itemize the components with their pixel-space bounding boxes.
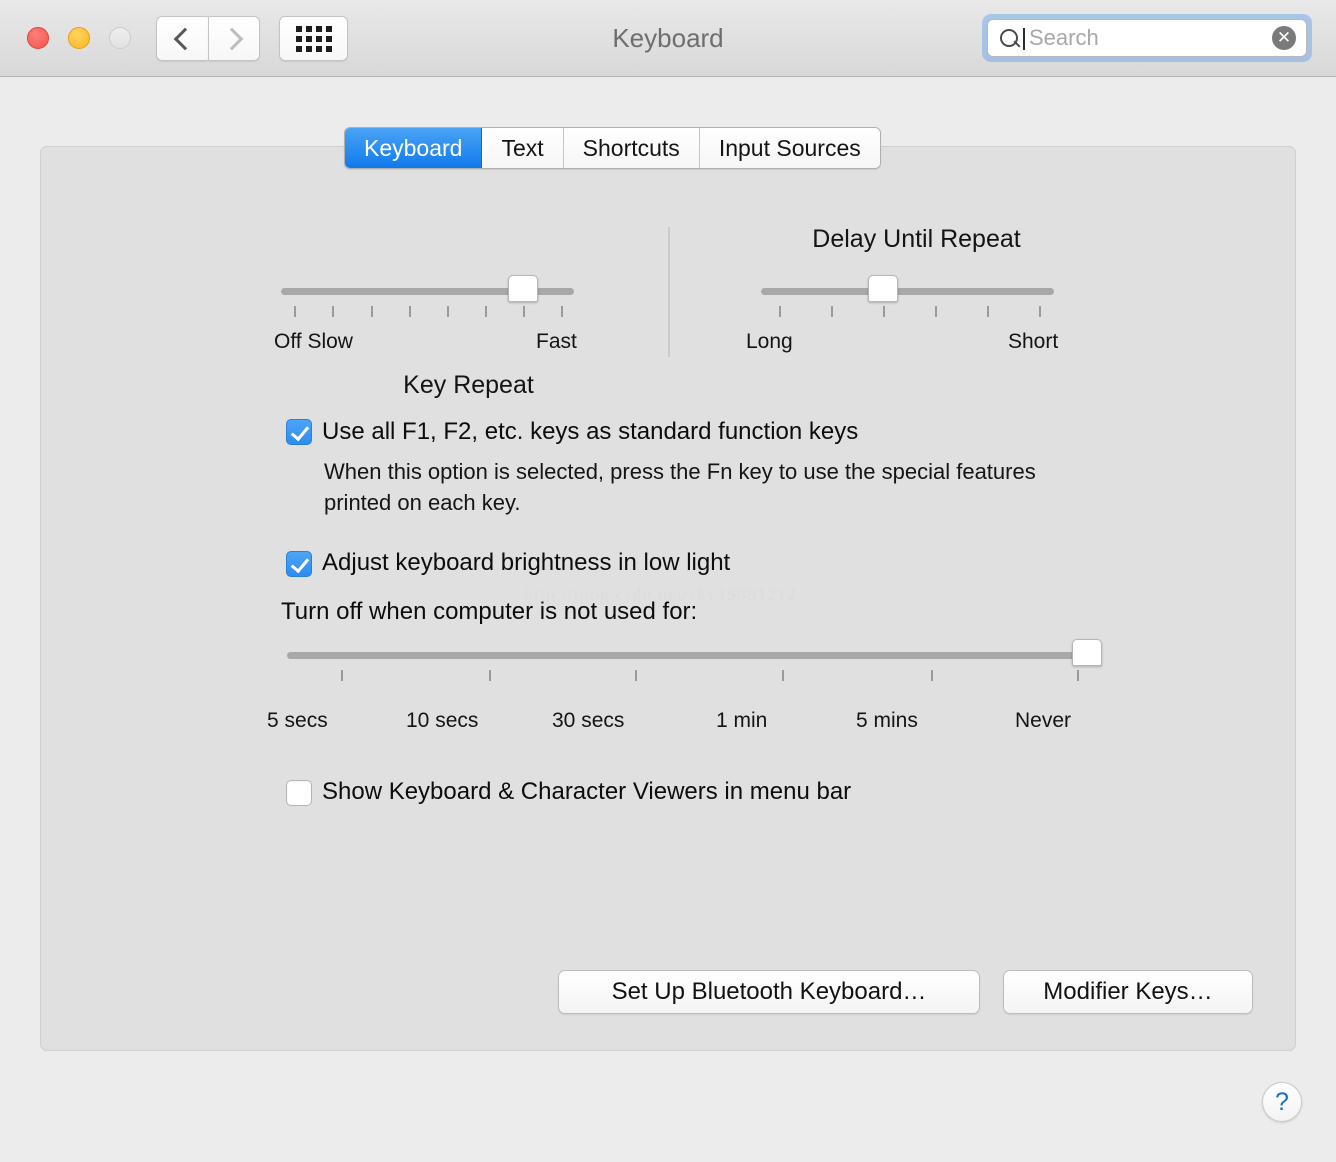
search-icon bbox=[1000, 29, 1018, 47]
tab-text[interactable]: Text bbox=[482, 128, 564, 168]
function-keys-checkbox[interactable] bbox=[286, 419, 312, 445]
timeout-option-5[interactable]: Never bbox=[1015, 709, 1071, 733]
function-keys-description: When this option is selected, press the … bbox=[324, 459, 1036, 515]
window-titlebar: Keyboard Search ✕ bbox=[0, 0, 1336, 77]
search-placeholder: Search bbox=[1029, 25, 1099, 50]
tab-shortcuts[interactable]: Shortcuts bbox=[563, 128, 700, 168]
delay-until-repeat-track[interactable] bbox=[761, 288, 1054, 295]
help-button[interactable]: ? bbox=[1262, 1082, 1302, 1122]
tab-bar: Keyboard Text Shortcuts Input Sources bbox=[344, 127, 881, 169]
show-viewers-label: Show Keyboard & Character Viewers in men… bbox=[322, 778, 852, 805]
search-field-focus-ring: Search ✕ bbox=[982, 14, 1312, 62]
brightness-label: Adjust keyboard brightness in low light bbox=[322, 549, 731, 576]
timeout-track[interactable] bbox=[287, 652, 1095, 659]
key-repeat-max-label: Fast bbox=[536, 330, 577, 353]
show-viewers-checkbox[interactable] bbox=[286, 780, 312, 806]
minimize-button[interactable] bbox=[68, 27, 90, 49]
close-button[interactable] bbox=[27, 27, 49, 49]
timeout-option-4[interactable]: 5 mins bbox=[856, 709, 918, 733]
text-caret bbox=[1023, 28, 1025, 50]
function-keys-label: Use all F1, F2, etc. keys as standard fu… bbox=[322, 418, 859, 445]
timeout-option-0[interactable]: 5 secs bbox=[267, 709, 328, 733]
timeout-ticks bbox=[287, 670, 1095, 681]
show-all-grid-icon bbox=[295, 25, 332, 52]
show-all-button[interactable] bbox=[279, 16, 348, 61]
back-button[interactable] bbox=[156, 16, 208, 61]
zoom-button[interactable] bbox=[109, 27, 131, 49]
key-repeat-min-label: Off Slow bbox=[274, 330, 353, 353]
clear-search-icon[interactable]: ✕ bbox=[1272, 26, 1296, 50]
delay-max-label: Short bbox=[1008, 330, 1059, 353]
setup-bluetooth-keyboard-button[interactable]: Set Up Bluetooth Keyboard… bbox=[558, 970, 980, 1014]
timeout-option-1[interactable]: 10 secs bbox=[406, 709, 478, 733]
timeout-thumb[interactable] bbox=[1072, 639, 1102, 666]
chevron-right-icon bbox=[220, 27, 244, 50]
timeout-option-2[interactable]: 30 secs bbox=[552, 709, 624, 733]
delay-until-repeat-ticks bbox=[761, 306, 1054, 317]
key-repeat-ticks bbox=[281, 306, 574, 317]
delay-until-repeat-title: Delay Until Repeat bbox=[812, 225, 1021, 253]
brightness-checkbox[interactable] bbox=[286, 551, 312, 577]
tab-input-sources[interactable]: Input Sources bbox=[699, 128, 880, 168]
search-input[interactable]: Search ✕ bbox=[987, 19, 1307, 57]
delay-until-repeat-thumb[interactable] bbox=[868, 275, 898, 302]
section-divider bbox=[668, 227, 670, 357]
delay-min-label: Long bbox=[746, 330, 793, 353]
key-repeat-thumb[interactable] bbox=[508, 275, 538, 302]
tab-keyboard[interactable]: Keyboard bbox=[345, 128, 483, 168]
forward-button[interactable] bbox=[208, 16, 260, 61]
modifier-keys-button[interactable]: Modifier Keys… bbox=[1003, 970, 1253, 1014]
chevron-left-icon bbox=[173, 27, 196, 50]
preferences-panel: Key Repeat Off Slow Fast Delay Until Rep… bbox=[40, 146, 1296, 1051]
navigation-buttons bbox=[156, 16, 260, 61]
timeout-option-3[interactable]: 1 min bbox=[716, 709, 767, 733]
key-repeat-title: Key Repeat bbox=[403, 371, 534, 399]
timeout-label: Turn off when computer is not used for: bbox=[281, 598, 698, 625]
